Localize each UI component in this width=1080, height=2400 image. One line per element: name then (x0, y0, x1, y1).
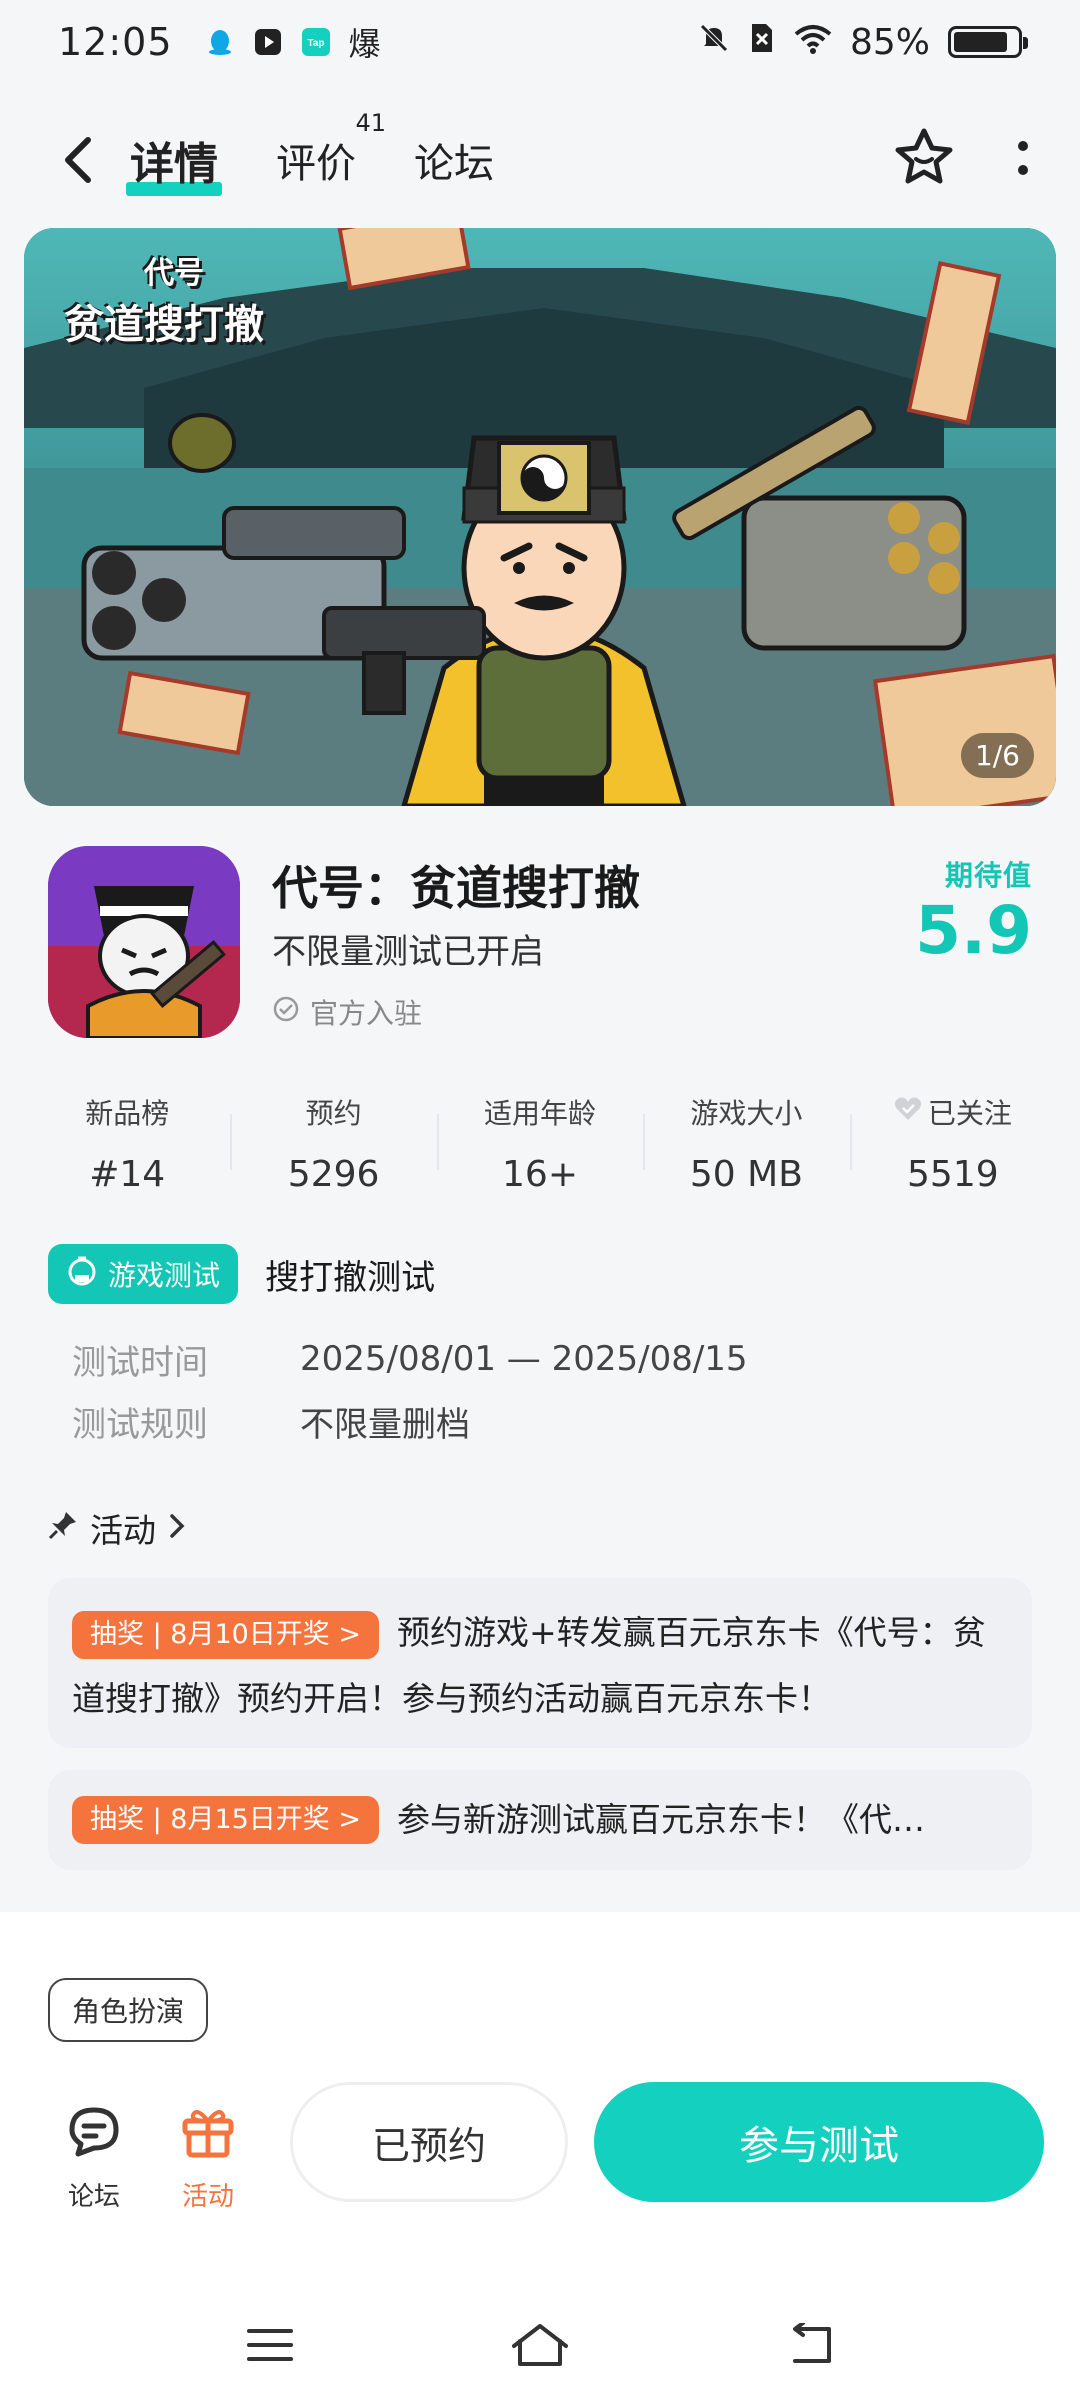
join-test-button[interactable]: 参与测试 (594, 2082, 1044, 2202)
test-title: 搜打撤测试 (265, 1257, 436, 1298)
sim-off-icon (748, 22, 776, 63)
back-icon[interactable] (50, 130, 104, 190)
tab-forum-label: 论坛 (414, 141, 494, 187)
status-time: 12:05 (58, 20, 173, 64)
stat-value: 5296 (287, 1154, 380, 1195)
forum-action[interactable]: 论坛 (52, 2100, 136, 2213)
stat-value: #14 (89, 1154, 166, 1195)
more-menu-icon[interactable] (1016, 138, 1030, 182)
battery-percent: 85% (849, 21, 930, 63)
review-count: 41 (355, 109, 386, 137)
prize-tag: 抽奖 | 8月15日开奖 > (72, 1796, 380, 1844)
stat-label: 新品榜 (85, 1097, 170, 1130)
prize-tag: 抽奖 | 8月10日开奖 > (72, 1610, 380, 1659)
top-nav: 详情 评价 41 论坛 (0, 100, 1080, 220)
gift-icon (166, 2100, 250, 2164)
stat-value: 50 MB (689, 1154, 803, 1195)
activity-card[interactable]: 抽奖 | 8月10日开奖 > 预约游戏+转发赢百元京东卡《代号：贫道搜打撤》预约开… (48, 1578, 1032, 1748)
stat-label: 适用年龄 (484, 1097, 597, 1130)
expect-score: 期待值 5.9 (915, 854, 1032, 964)
back-nav-icon[interactable] (775, 2315, 845, 2375)
game-banner[interactable]: 代号 贫道搜打撤 1/6 (24, 228, 1056, 806)
status-app-text: 爆 (348, 25, 381, 63)
forum-icon (52, 2100, 136, 2164)
test-clock-icon (66, 1255, 98, 1294)
test-section: 游戏测试 搜打撤测试 测试时间 2025/08/01 — 2025/08/15 … (48, 1244, 1032, 1452)
tab-reviews[interactable]: 评价 41 (276, 109, 386, 189)
stat-age-rating[interactable]: 适用年龄 16+ (436, 1092, 643, 1202)
stat-value: 16+ (502, 1154, 578, 1195)
game-test-badge: 游戏测试 (48, 1244, 239, 1304)
check-circle-icon (272, 995, 300, 1030)
test-details: 测试时间 2025/08/01 — 2025/08/15 测试规则 不限量删档 (48, 1328, 1032, 1452)
svg-text:Tap: Tap (307, 38, 324, 49)
favorite-star-icon[interactable] (892, 127, 956, 193)
stat-followers[interactable]: 已关注 5519 (849, 1092, 1056, 1202)
genre-tag[interactable]: 角色扮演 (48, 1978, 209, 2042)
stat-label: 预约 (305, 1097, 362, 1130)
battery-icon (948, 26, 1028, 58)
video-icon (253, 27, 283, 57)
test-rule-key: 测试规则 (72, 1404, 208, 1445)
test-badge-label: 游戏测试 (108, 1259, 221, 1292)
event-action[interactable]: 活动 (166, 2100, 250, 2213)
event-action-label: 活动 (181, 2182, 234, 2212)
expect-value: 5.9 (915, 892, 1032, 969)
stat-value: 5519 (907, 1154, 999, 1195)
taptap-icon: Tap (301, 27, 331, 57)
activity-header[interactable]: 活动 (48, 1504, 186, 1552)
home-icon[interactable] (505, 2315, 575, 2375)
test-time-key: 测试时间 (72, 1342, 208, 1383)
app-subtitle: 不限量测试已开启 (272, 932, 544, 972)
activity-card-text: 参与新游测试赢百元京东卡！《代… (397, 1800, 926, 1839)
wifi-icon (794, 22, 832, 63)
app-icon (48, 846, 240, 1038)
tab-details[interactable]: 详情 (126, 128, 222, 196)
verified-badge: 官方入驻 (272, 992, 422, 1032)
stat-followers-label: 已关注 (927, 1097, 1012, 1130)
pin-icon (48, 1509, 78, 1548)
heart-icon (894, 1096, 922, 1129)
app-title: 代号：贫道搜打撤 (272, 861, 640, 915)
activity-title: 活动 (90, 1511, 156, 1550)
forum-action-label: 论坛 (67, 2182, 120, 2212)
expect-label: 期待值 (944, 859, 1032, 892)
test-rule-row: 测试规则 不限量删档 (48, 1390, 1032, 1452)
tab-details-label: 详情 (130, 139, 218, 190)
activity-card[interactable]: 抽奖 | 8月15日开奖 > 参与新游测试赢百元京东卡！《代… (48, 1770, 1032, 1870)
test-rule-value: 不限量删档 (300, 1404, 470, 1445)
banner-logo-line1: 代号 (144, 256, 204, 291)
status-bar: 12:05 Tap 爆 85% (0, 0, 1080, 84)
system-nav (0, 2290, 1080, 2400)
tab-reviews-label: 评价 (276, 141, 356, 187)
stat-label: 游戏大小 (690, 1097, 803, 1130)
banner-logo-line2: 贫道搜打撤 (64, 302, 264, 348)
stat-size: 游戏大小 50 MB (643, 1092, 849, 1202)
test-time-value: 2025/08/01 — 2025/08/15 (300, 1339, 748, 1379)
banner-page-indicator: 1/6 (960, 733, 1034, 778)
menu-icon[interactable] (235, 2315, 305, 2375)
stat-rank[interactable]: 新品榜 #14 (24, 1092, 230, 1202)
chevron-right-icon (168, 1509, 186, 1548)
stat-reservations: 预约 5296 (230, 1092, 436, 1202)
action-bar: 论坛 活动 已预约 参与测试 (0, 2082, 1080, 2222)
stats-row: 新品榜 #14 预约 5296 适用年龄 16+ 游戏大小 50 MB 已关注 … (24, 1092, 1056, 1202)
test-time-row: 测试时间 2025/08/01 — 2025/08/15 (48, 1328, 1032, 1390)
mute-icon (698, 22, 730, 63)
app-info: 代号：贫道搜打撤 不限量测试已开启 官方入驻 期待值 5.9 (48, 846, 1032, 1038)
stat-label: 已关注 (850, 1092, 1056, 1132)
banner-logo: 代号 贫道搜打撤 (64, 248, 264, 350)
verified-label: 官方入驻 (310, 997, 423, 1030)
tab-forum[interactable]: 论坛 (414, 131, 494, 189)
qq-icon (205, 27, 235, 57)
reserved-button[interactable]: 已预约 (290, 2082, 568, 2202)
